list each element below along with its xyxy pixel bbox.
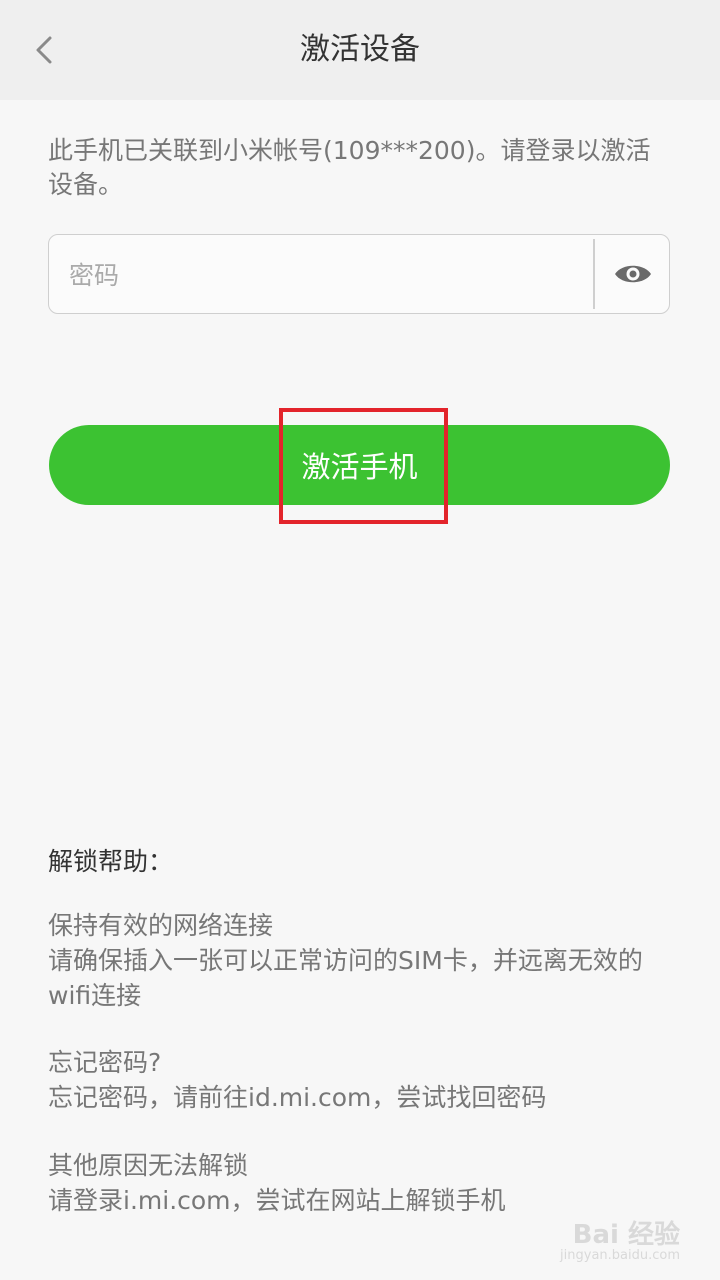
watermark-logo: Bai 经验 xyxy=(572,1220,680,1250)
help-item-forgot-password: 忘记密码? 忘记密码，请前往id.mi.com，尝试找回密码 xyxy=(48,1045,678,1115)
unlock-help-title: 解锁帮助： xyxy=(48,847,174,876)
back-button[interactable] xyxy=(24,26,64,74)
password-input[interactable] xyxy=(67,235,591,315)
show-password-button[interactable] xyxy=(595,235,671,313)
help-item-heading: 其他原因无法解锁 xyxy=(48,1151,249,1180)
eye-icon xyxy=(615,265,651,283)
page-title: 激活设备 xyxy=(300,32,420,67)
title-bar: 激活设备 xyxy=(0,0,720,100)
help-item-body: 请确保插入一张可以正常访问的SIM卡，并远离无效的wifi连接 xyxy=(48,946,643,1010)
help-item-heading: 忘记密码? xyxy=(48,1048,162,1077)
help-item-other: 其他原因无法解锁 请登录i.mi.com，尝试在网站上解锁手机 xyxy=(48,1148,678,1218)
help-item-heading: 保持有效的网络连接 xyxy=(48,911,274,940)
watermark-url: jingyan.baidu.com xyxy=(560,1248,680,1263)
account-notice: 此手机已关联到小米帐号(109***200)。请登录以激活设备。 xyxy=(48,136,651,199)
help-item-network: 保持有效的网络连接 请确保插入一张可以正常访问的SIM卡，并远离无效的wifi连… xyxy=(48,908,678,1013)
chevron-left-icon xyxy=(36,36,52,64)
password-field-container xyxy=(48,234,671,315)
help-item-body: 请登录i.mi.com，尝试在网站上解锁手机 xyxy=(48,1186,506,1215)
help-item-body: 忘记密码，请前往id.mi.com，尝试找回密码 xyxy=(48,1083,547,1112)
activate-phone-button[interactable]: 激活手机 xyxy=(49,425,670,505)
